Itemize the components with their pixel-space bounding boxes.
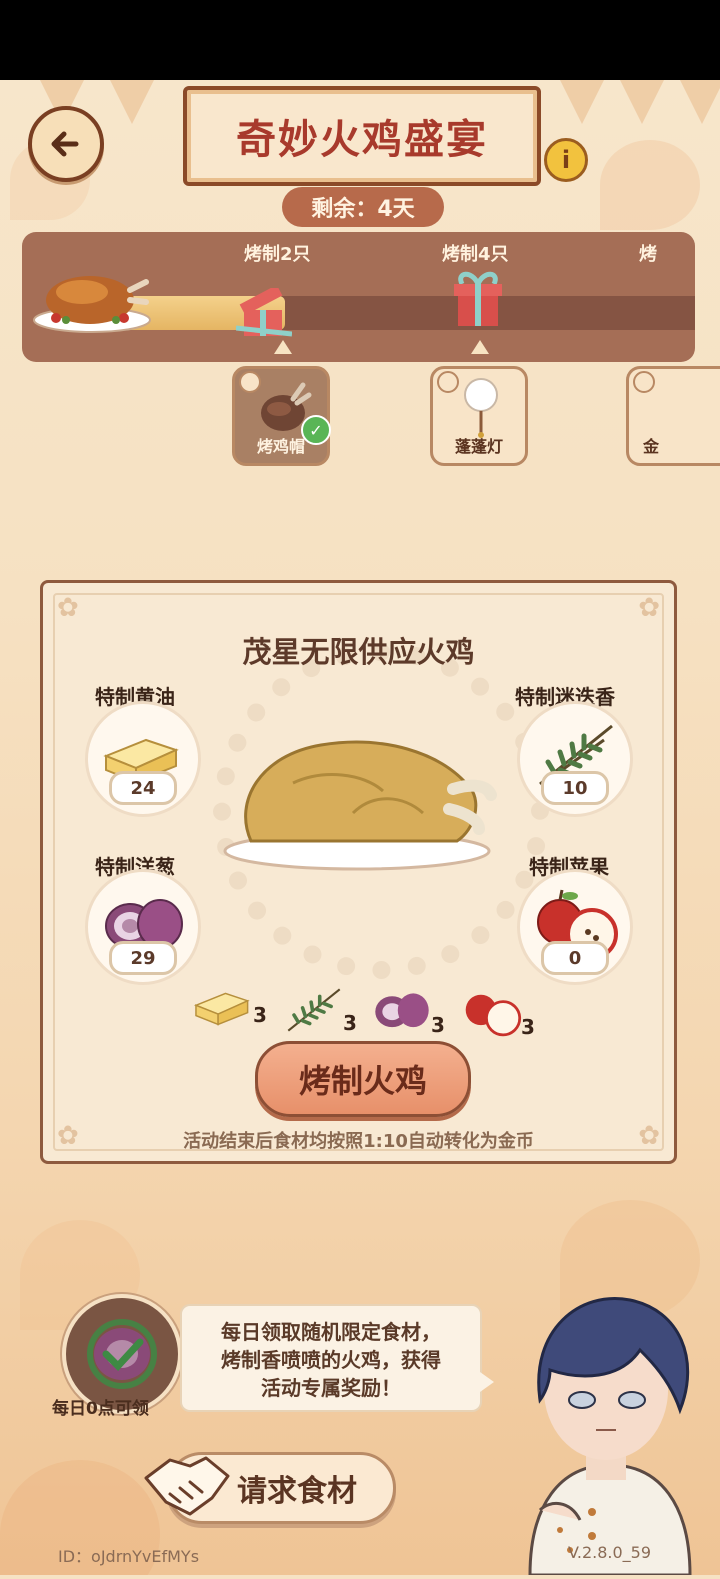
- preview-eye-icon[interactable]: [633, 371, 655, 393]
- butter-icon: [193, 992, 250, 1026]
- reward-label: 蓬蓬灯: [454, 437, 503, 456]
- cost-butter: 3: [193, 985, 267, 1027]
- reward-label: 金: [643, 437, 660, 456]
- raw-turkey-icon: [223, 740, 497, 871]
- ingredient-count-butter: 24: [109, 771, 177, 805]
- ingredient-count-onion: 29: [109, 941, 177, 975]
- cost-amount: 3: [253, 1003, 267, 1027]
- speech-bubble: 每日领取随机限定食材， 烤制香喷喷的火鸡，获得 活动专属奖励！: [180, 1304, 494, 1412]
- roast-turkey-button[interactable]: 烤制火鸡: [255, 1041, 471, 1117]
- cost-amount: 3: [521, 1015, 535, 1039]
- page-title: 奇妙火鸡盛宴: [236, 117, 488, 163]
- check-circle-icon: [87, 1319, 157, 1389]
- info-button[interactable]: i: [544, 138, 588, 182]
- ingredient-count-rosemary: 10: [541, 771, 609, 805]
- bubble-line-3: 活动专属奖励！: [261, 1376, 401, 1400]
- cost-apple: 3: [461, 985, 535, 1039]
- event-title-plate: 奇妙火鸡盛宴: [183, 86, 541, 186]
- cost-amount: 3: [343, 1011, 357, 1035]
- reward-roast-hat[interactable]: 烤鸡帽 ✓: [232, 366, 331, 466]
- conversion-note: 活动结束后食材均按照1:10自动转化为金币: [183, 1131, 534, 1152]
- milestone-label-1: 烤制2只: [244, 244, 311, 265]
- reward-gold[interactable]: 金: [626, 366, 720, 466]
- info-icon: i: [561, 146, 571, 174]
- character-portrait: [500, 1280, 700, 1579]
- bubble-line-1: 每日领取随机限定食材，: [221, 1320, 441, 1344]
- status-bar: [0, 0, 720, 80]
- milestone-label-3: 烤: [639, 244, 657, 265]
- leaf-corner-icon: ✿: [638, 593, 660, 623]
- player-id: ID：oJdrnYvEfMYs: [58, 1547, 200, 1566]
- apple-icon: [465, 994, 522, 1037]
- cost-onion: 3: [371, 985, 445, 1037]
- cost-rosemary: 3: [283, 985, 357, 1035]
- roast-turkey-icon: [32, 260, 152, 338]
- reward-pompom-lamp[interactable]: 蓬蓬灯: [430, 366, 528, 466]
- leaf-corner-icon: ✿: [57, 593, 79, 623]
- panel-title: 茂星无限供应火鸡: [242, 635, 475, 669]
- onion-icon: [375, 993, 429, 1028]
- ingredient-count-apple: 0: [541, 941, 609, 975]
- opened-gift-icon: [235, 284, 293, 337]
- handshake-icon: [140, 1448, 232, 1528]
- progress-track: [122, 296, 695, 330]
- progress-panel[interactable]: 烤制2只 烤制4只 烤: [22, 232, 695, 362]
- request-button-label: 请求食材: [237, 1474, 357, 1509]
- gift-box-icon: [450, 268, 502, 326]
- roasting-panel: ✿ ✿ ✿ ✿ 茂星无限供应火鸡 特制黄油 24 特制迷迭香 10 特制洋葱 2…: [40, 580, 677, 1164]
- milestone-label-2: 烤制4只: [442, 244, 509, 265]
- arrow-left-icon: [51, 131, 79, 157]
- bubble-line-2: 烤制香喷喷的火鸡，获得: [221, 1348, 441, 1372]
- back-button[interactable]: [28, 106, 104, 182]
- pompom-lamp-icon: [464, 378, 498, 438]
- version-label: V.2.8.0_59: [568, 1543, 652, 1562]
- rosemary-icon: [287, 988, 341, 1032]
- remaining-time-badge: 剩余：4天: [282, 187, 444, 227]
- daily-claim-label: 每日0点可领: [52, 1399, 149, 1419]
- cost-amount: 3: [431, 1013, 445, 1037]
- claimed-check-icon: ✓: [301, 415, 331, 445]
